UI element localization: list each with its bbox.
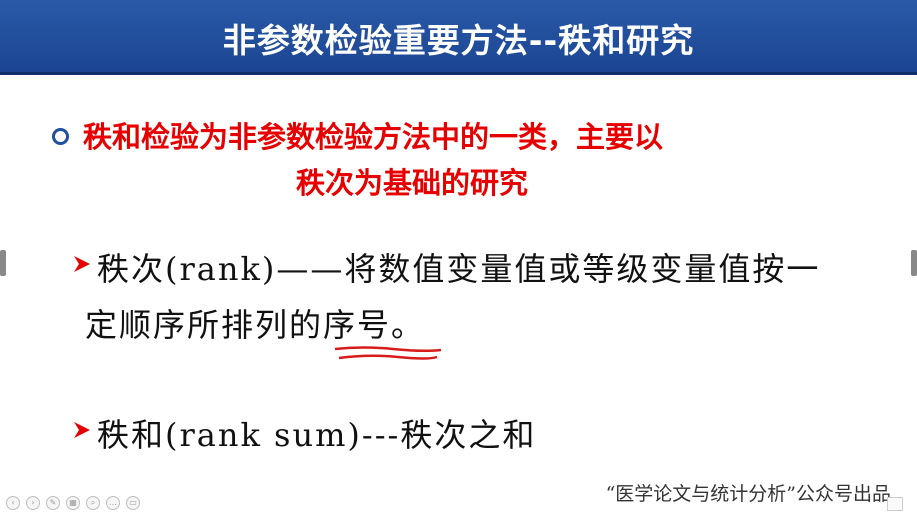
footer-credit: “医学论文与统计分析”公众号出品 — [605, 483, 891, 505]
arrow-bullet-icon — [72, 254, 92, 274]
zoom-icon[interactable]: ⌕ — [86, 496, 100, 510]
corner-control-icon[interactable] — [887, 497, 903, 511]
rank-definition-line-2: 定顺序所排列的序号。 — [85, 306, 426, 344]
circle-bullet-icon — [52, 128, 69, 145]
presentation-toolbar: ‹ › ✎ ▦ ⌕ … ▭ — [6, 496, 140, 510]
handwritten-underline — [334, 346, 442, 360]
slide-title: 非参数检验重要方法--秩和研究 — [222, 21, 695, 60]
rank-definition-line-1: 秩次(rank)——将数值变量值或等级变量值按一 — [97, 250, 821, 288]
main-bullet-line-2: 秩次为基础的研究 — [296, 166, 529, 200]
slide: 非参数检验重要方法--秩和研究 秩和检验为非参数检验方法中的一类，主要以 秩次为… — [0, 0, 917, 516]
next-icon[interactable]: › — [26, 496, 40, 510]
next-slide-handle[interactable] — [911, 250, 917, 276]
previous-icon[interactable]: ‹ — [6, 496, 20, 510]
subtitle-icon[interactable]: ▭ — [126, 496, 140, 510]
arrow-bullet-icon — [72, 420, 92, 440]
grid-icon[interactable]: ▦ — [66, 496, 80, 510]
main-bullet-line-1: 秩和检验为非参数检验方法中的一类，主要以 — [83, 120, 664, 154]
rank-sum-line: 秩和(rank sum)---秩次之和 — [97, 416, 537, 454]
more-icon[interactable]: … — [106, 496, 120, 510]
prev-slide-handle[interactable] — [0, 250, 6, 276]
pen-icon[interactable]: ✎ — [46, 496, 60, 510]
title-bar: 非参数检验重要方法--秩和研究 — [0, 0, 917, 75]
